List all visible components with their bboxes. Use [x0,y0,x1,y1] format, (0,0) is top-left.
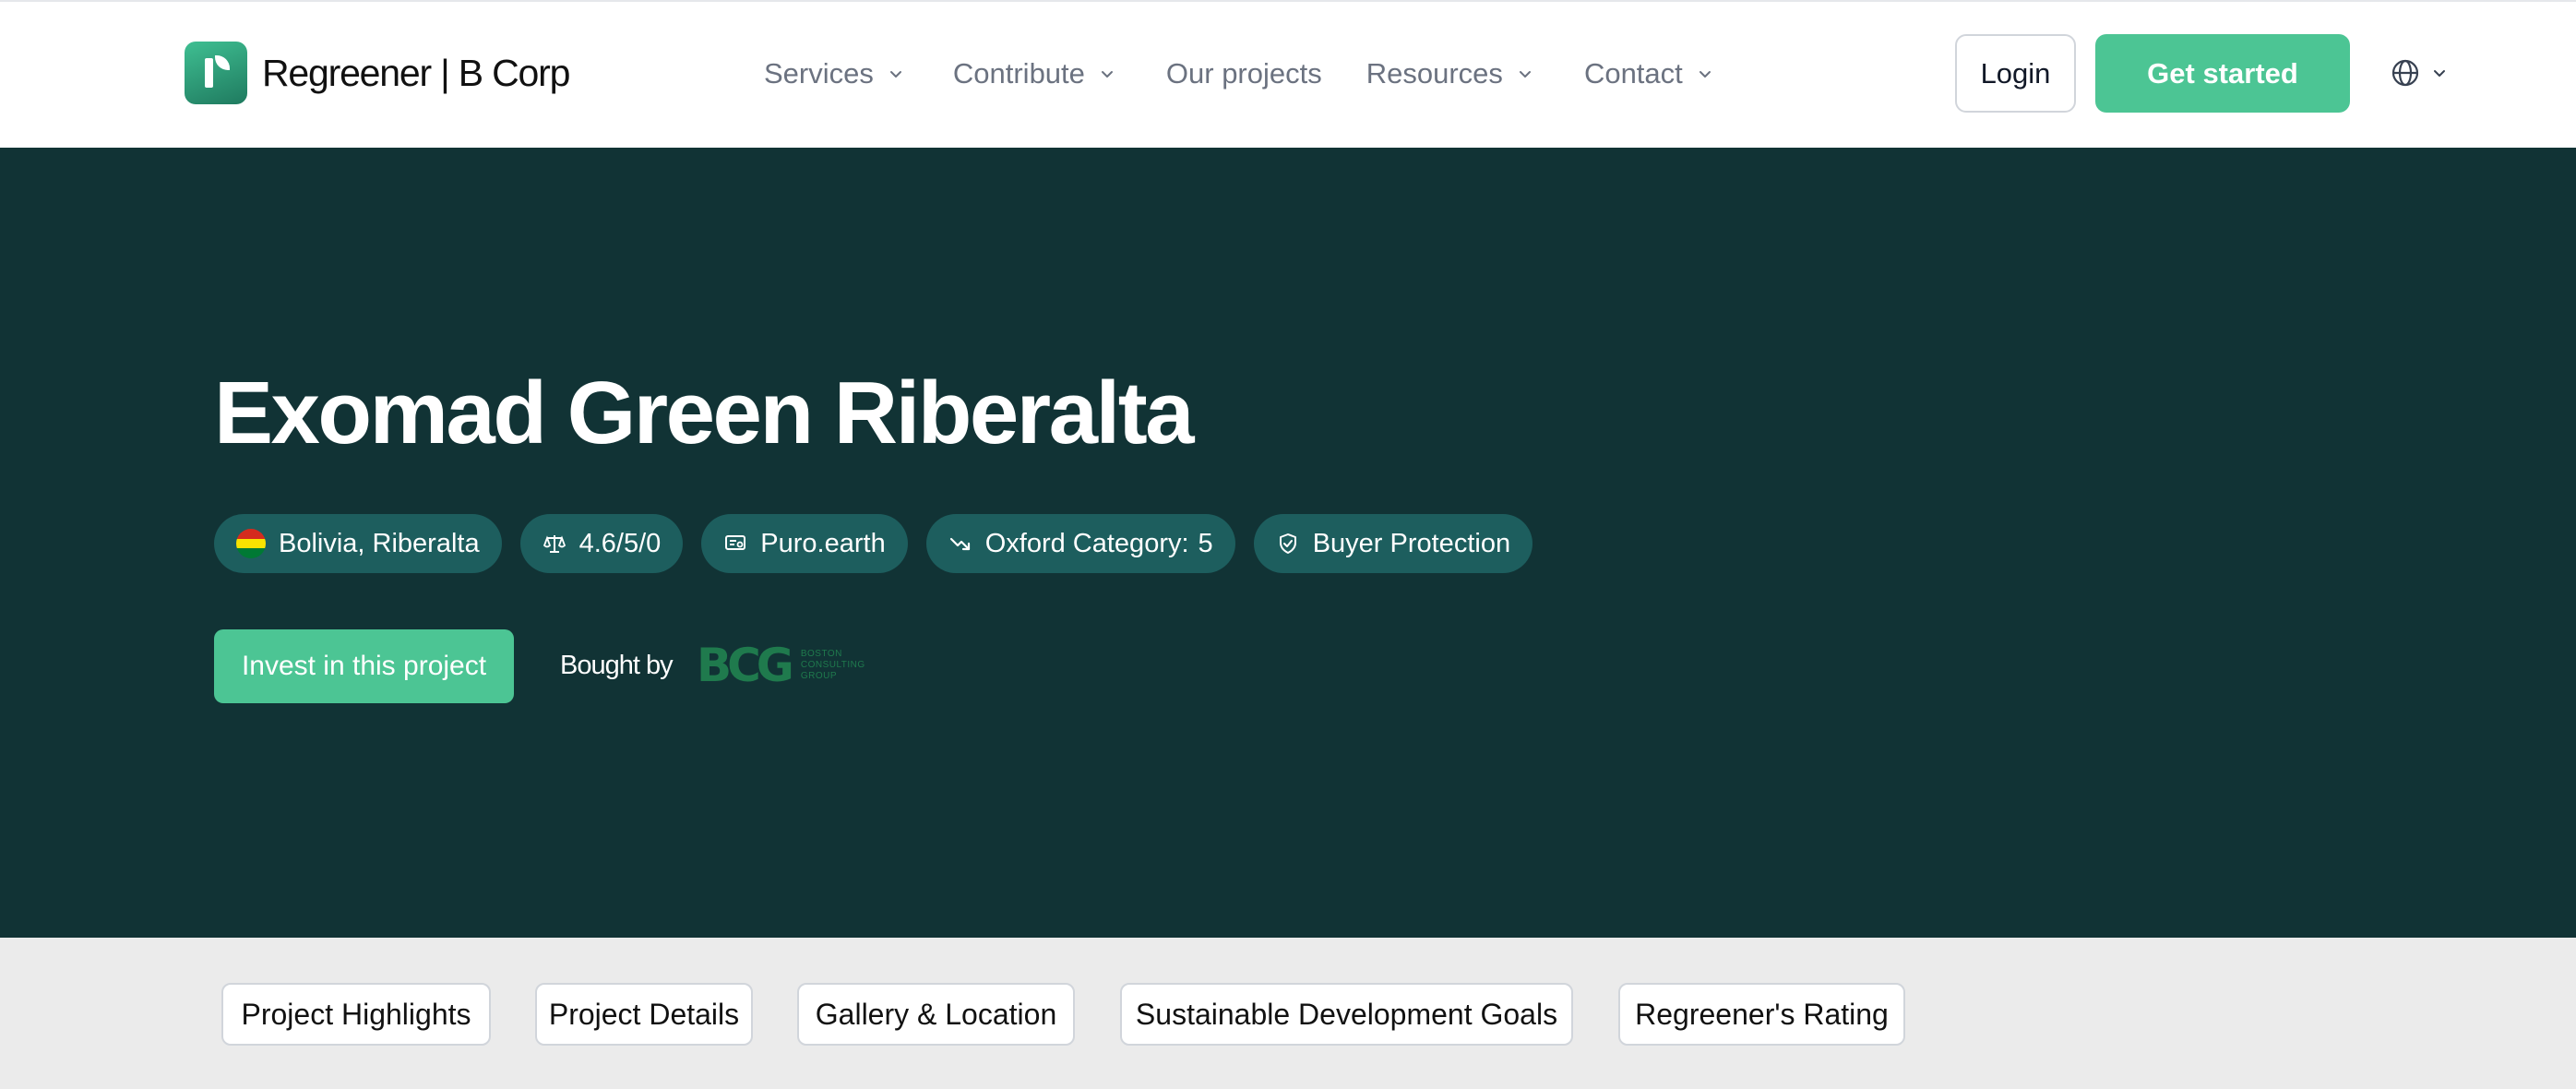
logo-text: Regreener | B Corp [262,51,570,94]
bolivia-flag-icon [236,529,266,558]
site-header: Regreener | B Corp Services Contribute O… [0,0,2576,148]
bcg-logo-subtitle: BOSTON CONSULTING GROUP [800,649,865,681]
chevron-down-icon [2434,70,2445,77]
trending-down-icon [949,537,970,551]
tab-project-details[interactable]: Project Details [535,983,753,1046]
oxford-category-label: Oxford Category: [984,528,1189,558]
regreener-logo-icon [185,42,247,104]
nav-our-projects[interactable]: Our projects [1166,57,1322,90]
project-badges: Bolivia, Riberalta 4.6/5/0 Puro.earth Ox… [214,514,1551,573]
login-button[interactable]: Login [1955,34,2076,113]
language-selector[interactable] [2390,57,2449,89]
nav-our-projects-label: Our projects [1165,57,1322,90]
chevron-down-icon [1519,71,1531,78]
bcg-logo-mark: BCG [697,639,794,692]
get-started-button[interactable]: Get started [2095,34,2350,113]
chevron-down-icon [1101,71,1113,78]
globe-icon [2391,59,2419,87]
project-hero: Exomad Green Riberalta Bolivia, Riberalt… [0,148,2576,938]
scale-icon [543,535,566,553]
rating-text: 4.6/5/0 [578,528,662,558]
section-tabs: Project Highlights Project Details Galle… [221,983,1905,1046]
registry-text: Puro.earth [760,528,886,558]
bought-by-label: Bought by [560,651,674,680]
registry-badge: Puro.earth [701,514,908,573]
oxford-category-value: 5 [1198,528,1213,558]
buyer-protection-text: Buyer Protection [1312,528,1511,558]
location-badge: Bolivia, Riberalta [214,514,502,573]
tab-regreeners-rating[interactable]: Regreener's Rating [1618,983,1905,1046]
tab-project-highlights[interactable]: Project Highlights [221,983,491,1046]
nav-resources[interactable]: Resources [1366,57,1534,90]
bcg-logo: BCG BOSTON CONSULTING GROUP [697,642,865,688]
nav-contact[interactable]: Contact [1584,57,1714,90]
nav-contribute[interactable]: Contribute [953,57,1116,90]
chevron-down-icon [1699,71,1711,78]
nav-services-label: Services [764,57,874,90]
rating-badge: 4.6/5/0 [519,514,684,573]
nav-contact-label: Contact [1583,57,1683,90]
nav-contribute-label: Contribute [952,57,1085,90]
nav-resources-label: Resources [1366,57,1503,90]
oxford-category-badge: Oxford Category: 5 [925,514,1235,573]
buyer-protection-badge: Buyer Protection [1253,514,1533,573]
chevron-down-icon [889,71,901,78]
nav-services[interactable]: Services [764,57,905,90]
main-nav: Services Contribute Our projects Resourc… [764,50,1714,98]
tab-gallery-location[interactable]: Gallery & Location [797,983,1075,1046]
certificate-icon [725,535,746,550]
tab-sustainable-development-goals[interactable]: Sustainable Development Goals [1120,983,1573,1046]
section-tabs-bar: Project Highlights Project Details Galle… [0,938,2576,1089]
invest-button[interactable]: Invest in this project [214,629,514,703]
location-text: Bolivia, Riberalta [279,528,480,558]
logo[interactable]: Regreener | B Corp [185,42,570,104]
shield-check-icon [1279,533,1296,554]
project-title: Exomad Green Riberalta [214,364,1195,462]
